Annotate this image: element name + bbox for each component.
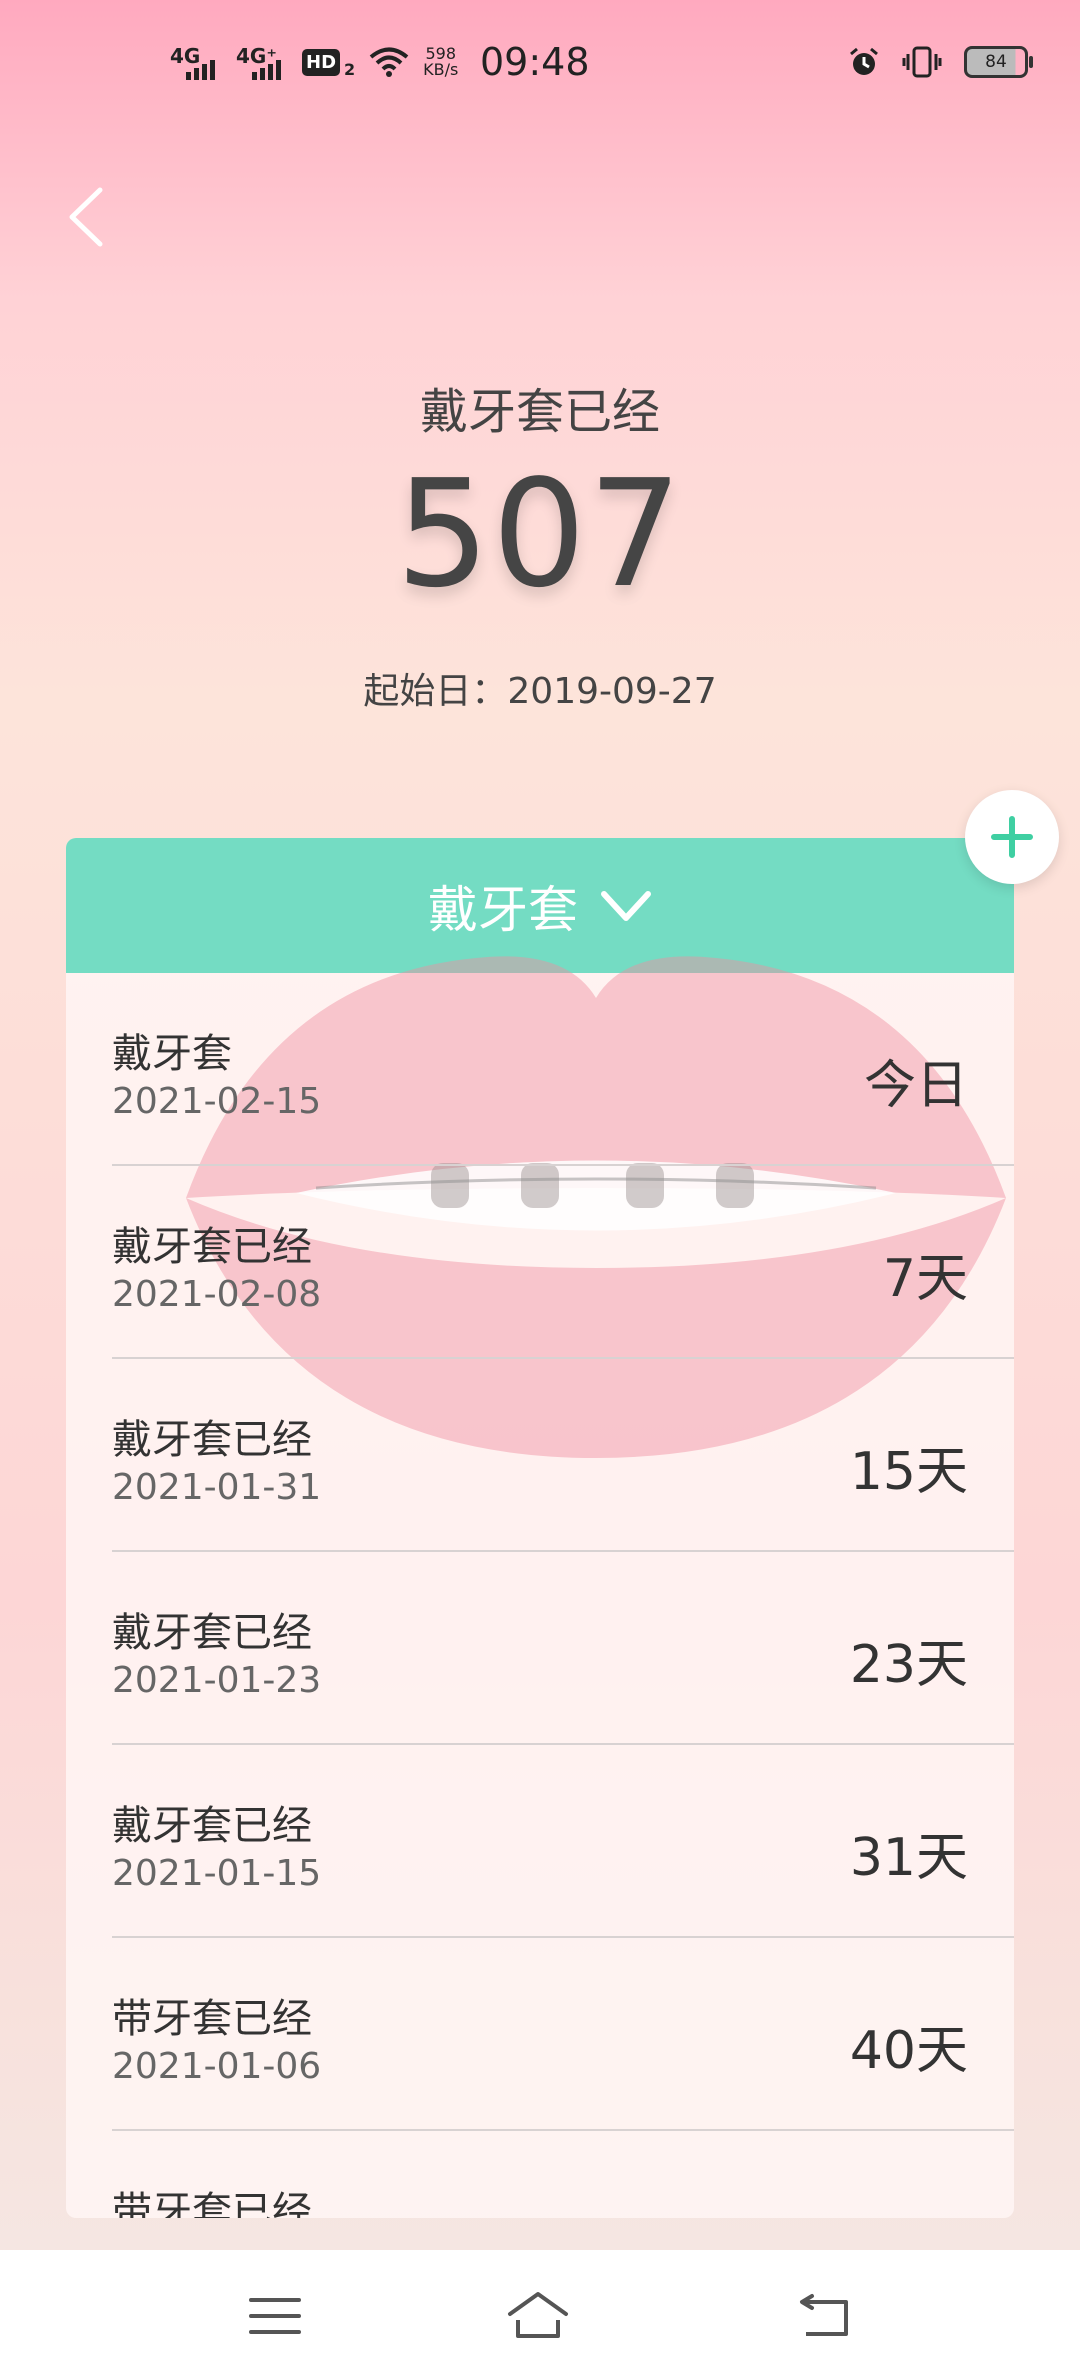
category-label: 戴牙套 (428, 880, 578, 939)
record-days: 31天 (849, 1828, 968, 1888)
record-date: 2021-01-15 (112, 1853, 322, 1894)
system-nav-bar (0, 2250, 1080, 2376)
day-count: 507 (395, 448, 685, 620)
list-item[interactable]: 戴牙套已经 2021-01-15 31天 (112, 1745, 1014, 1938)
status-right: 84 (848, 46, 1033, 78)
record-title: 戴牙套 (112, 1031, 232, 1077)
signal-1-icon: 4G (170, 42, 222, 82)
list-item[interactable]: 戴牙套 2021-02-15 今日 (112, 973, 1014, 1166)
records-panel: 戴牙套 戴牙套 2021-02-15 今日 戴牙套已经 2021-02-08 7… (66, 838, 1014, 2218)
list-item[interactable]: 戴牙套已经 2021-01-31 15天 (112, 1359, 1014, 1552)
record-days: 7天 (882, 1249, 968, 1309)
record-days: 今日 (863, 1056, 968, 1116)
record-days: 40天 (849, 2021, 968, 2081)
start-date: 起始日：2019-09-27 (363, 671, 717, 712)
clock: 09:48 (480, 40, 590, 84)
status-bar: 4G 4G⁺ HD 2 598 KB/s 09:48 84 (0, 0, 1080, 130)
alarm-icon (850, 47, 878, 75)
record-days: 15天 (849, 1442, 968, 1502)
return-icon[interactable] (792, 2288, 856, 2344)
add-button[interactable] (965, 790, 1059, 884)
speed-unit: KB/s (423, 60, 459, 79)
list-item[interactable]: 带牙套已经 2021-01-06 40天 (112, 1938, 1014, 2131)
records-list: 戴牙套 2021-02-15 今日 戴牙套已经 2021-02-08 7天 戴牙… (66, 973, 1014, 2218)
counter-label: 戴牙套已经 (419, 384, 660, 440)
record-date: 2021-02-15 (112, 1081, 322, 1122)
chevron-down-icon (601, 890, 651, 921)
chevron-left-icon[interactable] (60, 182, 120, 252)
record-title: 戴牙套已经 (112, 1417, 312, 1463)
record-date: 2021-01-31 (112, 1467, 322, 1508)
vibrate-icon (902, 46, 942, 78)
plus-icon (991, 816, 1033, 858)
record-title: 带牙套已经 (112, 2189, 312, 2218)
signal-2-icon: 4G⁺ (236, 42, 288, 82)
list-item[interactable]: 带牙套已经 (112, 2131, 1014, 2218)
list-item[interactable]: 戴牙套已经 2021-02-08 7天 (112, 1166, 1014, 1359)
record-title: 带牙套已经 (112, 1996, 312, 2042)
record-date: 2021-02-08 (112, 1274, 322, 1315)
home-icon[interactable] (506, 2288, 570, 2344)
status-left: 4G 4G⁺ HD 2 598 KB/s (170, 42, 458, 82)
list-item[interactable]: 戴牙套已经 2021-01-23 23天 (112, 1552, 1014, 1745)
record-days: 23天 (849, 1635, 968, 1695)
record-date: 2021-01-23 (112, 1660, 322, 1701)
hd-badge: HD (302, 48, 341, 76)
menu-icon[interactable] (243, 2288, 307, 2344)
wifi-icon (369, 47, 409, 77)
network-speed: 598 KB/s (423, 46, 458, 78)
record-title: 戴牙套已经 (112, 1803, 312, 1849)
record-title: 戴牙套已经 (112, 1610, 312, 1656)
record-title: 戴牙套已经 (112, 1224, 312, 1270)
record-date: 2021-01-06 (112, 2046, 322, 2087)
hd-sub: 2 (344, 59, 356, 79)
battery-icon: 84 (964, 46, 1033, 78)
category-dropdown[interactable]: 戴牙套 (66, 838, 1014, 973)
